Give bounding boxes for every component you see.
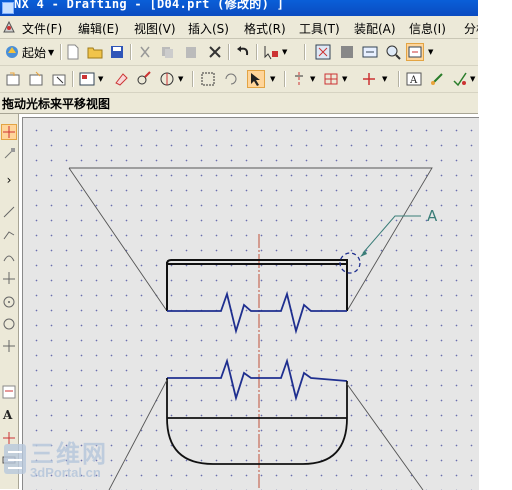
chevron-down-icon[interactable]: ▼ bbox=[382, 75, 387, 83]
menu-tools[interactable]: 工具(T) bbox=[299, 20, 340, 37]
callout-arrowhead bbox=[360, 250, 367, 257]
snap-point-icon[interactable] bbox=[1, 124, 17, 140]
paste-icon[interactable] bbox=[182, 43, 200, 61]
lower-break-line bbox=[167, 357, 348, 402]
circle-center-icon[interactable] bbox=[1, 294, 17, 310]
table-icon[interactable] bbox=[322, 70, 340, 88]
arc-icon[interactable] bbox=[1, 248, 17, 264]
expand-icon[interactable]: › bbox=[1, 172, 17, 188]
menu-edit[interactable]: 编辑(E) bbox=[78, 20, 119, 37]
fit-view-icon[interactable] bbox=[314, 43, 332, 61]
save-icon[interactable] bbox=[108, 43, 126, 61]
erase-icon[interactable] bbox=[112, 70, 130, 88]
text-style-icon[interactable] bbox=[1, 384, 17, 400]
selection-filter-icon[interactable] bbox=[262, 43, 280, 61]
app-icon bbox=[2, 2, 14, 14]
svg-text:A: A bbox=[409, 75, 418, 86]
watermark-logo-icon bbox=[4, 444, 26, 474]
update-view-icon[interactable] bbox=[222, 70, 240, 88]
watermark: 三维网 3dPortal.cn bbox=[2, 434, 112, 486]
menu-bar: 文件(F) 编辑(E) 视图(V) 插入(S) 格式(R) 工具(T) 装配(A… bbox=[0, 16, 478, 39]
menu-assembly[interactable]: 装配(A) bbox=[354, 20, 396, 37]
new-sheet-icon[interactable] bbox=[4, 70, 22, 88]
standard-toolbar: 起始 ▼ ▼ ▼ bbox=[0, 39, 478, 66]
undo-icon[interactable] bbox=[234, 43, 252, 61]
lower-funnel-outline bbox=[108, 379, 424, 490]
callout-label: A bbox=[427, 207, 438, 225]
upper-break-line bbox=[167, 290, 347, 335]
start-label: 起始 bbox=[22, 45, 47, 60]
circle-icon[interactable] bbox=[1, 316, 17, 332]
menu-app-icon[interactable] bbox=[2, 20, 16, 34]
upper-funnel-outline bbox=[68, 167, 433, 312]
annotation-text-icon[interactable]: A bbox=[405, 70, 423, 88]
menu-insert[interactable]: 插入(S) bbox=[188, 20, 229, 37]
edit-style-icon[interactable] bbox=[135, 70, 153, 88]
cue-text: 拖动光标来平移视图 bbox=[2, 97, 111, 111]
copy-icon[interactable] bbox=[158, 43, 176, 61]
pan-view-icon[interactable] bbox=[361, 43, 379, 61]
drag-view-icon[interactable] bbox=[406, 43, 424, 61]
zoom-box-icon[interactable] bbox=[338, 43, 356, 61]
letter-a-icon[interactable]: A bbox=[1, 406, 17, 422]
menu-file[interactable]: 文件(F) bbox=[22, 20, 62, 37]
chevron-down-icon[interactable]: ▼ bbox=[310, 75, 315, 83]
surface-symbol-icon[interactable] bbox=[451, 70, 469, 88]
svg-text:A: A bbox=[2, 408, 13, 421]
cross-point-icon[interactable] bbox=[1, 338, 17, 354]
menu-information[interactable]: 信息(I) bbox=[409, 20, 446, 37]
delete-icon[interactable] bbox=[206, 43, 224, 61]
lower-block bbox=[166, 378, 348, 465]
chevron-down-icon[interactable]: ▼ bbox=[342, 75, 347, 83]
feature-control-icon[interactable] bbox=[428, 70, 446, 88]
add-view-icon[interactable] bbox=[78, 70, 96, 88]
window-title: NX 4 - Drafting - [D04.prt (修改的) ] bbox=[14, 0, 285, 11]
watermark-text: 三维网 bbox=[30, 440, 108, 468]
line-icon[interactable] bbox=[1, 204, 17, 220]
select-arrow-icon[interactable] bbox=[247, 70, 265, 88]
chevron-down-icon[interactable]: ▼ bbox=[428, 48, 433, 56]
cut-icon[interactable] bbox=[136, 43, 154, 61]
open-folder-icon[interactable] bbox=[86, 43, 104, 61]
start-icon bbox=[6, 46, 18, 58]
centerline-icon[interactable] bbox=[290, 70, 308, 88]
view-boundary-icon[interactable] bbox=[199, 70, 217, 88]
chevron-down-icon[interactable]: ▼ bbox=[98, 75, 103, 83]
chevron-down-icon: ▼ bbox=[48, 47, 55, 57]
watermark-url: 3dPortal.cn bbox=[30, 465, 101, 480]
magnify-icon[interactable] bbox=[384, 43, 402, 61]
tangent-icon[interactable] bbox=[1, 270, 17, 286]
menu-format[interactable]: 格式(R) bbox=[244, 20, 286, 37]
menu-analysis[interactable]: 分析 bbox=[464, 20, 478, 37]
polyline-icon[interactable] bbox=[1, 226, 17, 242]
open-sheet-icon[interactable] bbox=[27, 70, 45, 88]
crosshair-icon[interactable] bbox=[360, 70, 378, 88]
snap-end-icon[interactable] bbox=[1, 146, 17, 162]
chevron-down-icon[interactable]: ▼ bbox=[282, 48, 287, 56]
chevron-down-icon[interactable]: ▼ bbox=[178, 75, 183, 83]
chevron-down-icon[interactable]: ▼ bbox=[470, 75, 475, 83]
menu-view[interactable]: 视图(V) bbox=[134, 20, 176, 37]
delete-sheet-icon[interactable] bbox=[50, 70, 68, 88]
start-button[interactable]: 起始 ▼ bbox=[4, 43, 54, 61]
chevron-down-icon[interactable]: ▼ bbox=[270, 75, 275, 83]
section-view-icon[interactable] bbox=[158, 70, 176, 88]
new-file-icon[interactable] bbox=[64, 43, 82, 61]
cue-line: 拖动光标来平移视图 bbox=[0, 93, 478, 114]
upper-block bbox=[166, 259, 348, 311]
left-toolbar: › A bbox=[0, 114, 19, 489]
title-bar: NX 4 - Drafting - [D04.prt (修改的) ] bbox=[0, 0, 478, 16]
drafting-toolbar: ▼ ▼ ▼ ▼ ▼ ▼ A ▼ bbox=[0, 66, 478, 93]
